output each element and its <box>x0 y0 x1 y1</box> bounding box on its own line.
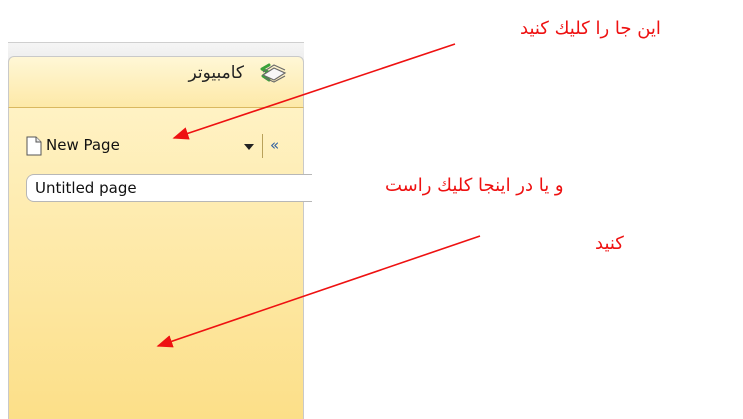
screenshot-stage: كامبيوتر New Page « Untitled page اين جا… <box>0 0 743 419</box>
arrow-to-page-list <box>156 235 481 348</box>
arrow-to-new-page <box>172 43 456 140</box>
annotation-arrows <box>156 43 481 348</box>
